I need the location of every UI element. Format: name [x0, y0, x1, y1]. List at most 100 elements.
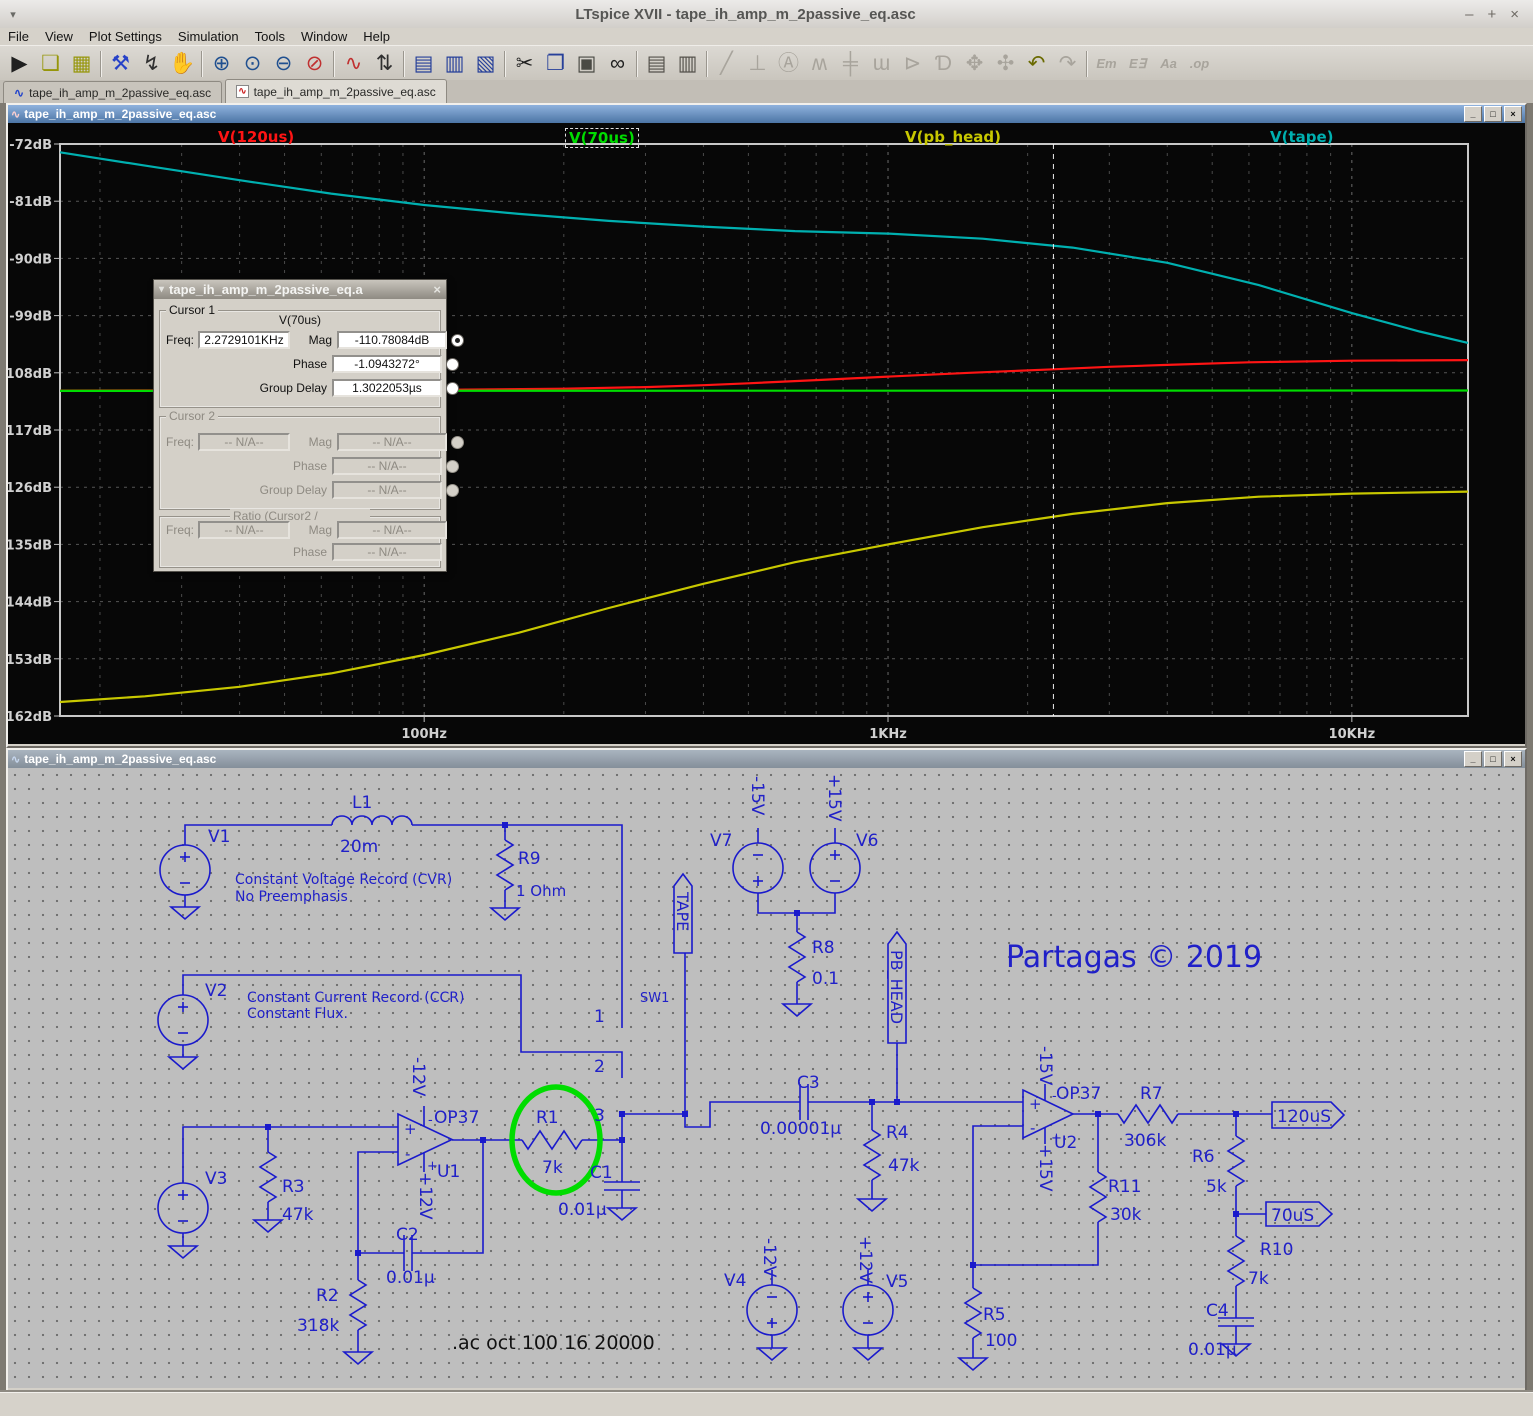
zoom-area-icon[interactable]: ⊙: [237, 49, 268, 78]
schematic-label[interactable]: -: [405, 1145, 410, 1163]
schematic-label[interactable]: PB_HEAD: [886, 950, 906, 1024]
pane-minimize-button[interactable]: _: [1464, 106, 1482, 122]
cursor2-mag-radio[interactable]: [451, 436, 464, 449]
schematic-label[interactable]: Constant Flux.: [247, 1006, 348, 1022]
schematic-label[interactable]: +15V: [824, 774, 844, 822]
pane-minimize-button[interactable]: _: [1464, 751, 1482, 767]
tab-schematic[interactable]: ∿ tape_ih_amp_m_2passive_eq.asc: [3, 81, 222, 103]
schematic-label[interactable]: 7k: [1248, 1269, 1269, 1289]
schematic-label[interactable]: C3: [797, 1073, 820, 1093]
inductor-symbol[interactable]: [332, 816, 412, 825]
schematic-label[interactable]: V2: [205, 981, 227, 1001]
dialog-menu-icon[interactable]: ▾: [159, 284, 164, 295]
cut-icon[interactable]: ✂: [509, 49, 540, 78]
schematic-label[interactable]: 1 Ohm: [516, 882, 566, 900]
cursor1-phase-radio[interactable]: [446, 358, 459, 371]
schematic-label[interactable]: -15V: [747, 776, 767, 816]
schematic-label[interactable]: -: [1030, 1119, 1035, 1137]
ground-symbol[interactable]: [854, 1348, 882, 1360]
print-icon[interactable]: ▤: [641, 49, 672, 78]
maximize-button[interactable]: +: [1487, 6, 1496, 23]
schematic-label[interactable]: .ac oct 100 16 20000: [452, 1332, 655, 1354]
tab-waveform[interactable]: ∿ tape_ih_amp_m_2passive_eq.asc: [225, 79, 447, 103]
schematic-label[interactable]: R9: [518, 849, 541, 869]
schematic-label[interactable]: V3: [205, 1169, 227, 1189]
pane-maximize-button[interactable]: □: [1484, 106, 1502, 122]
menu-plot-settings[interactable]: Plot Settings: [81, 29, 170, 44]
trace-label-V(70us)[interactable]: V(70us): [565, 128, 639, 148]
wire[interactable]: [973, 1222, 1098, 1265]
wire[interactable]: [358, 1152, 398, 1253]
resistor-symbol[interactable]: [1118, 1105, 1178, 1123]
menu-view[interactable]: View: [37, 29, 81, 44]
schematic-label[interactable]: TAPE: [673, 891, 692, 931]
schematic-label[interactable]: OP37: [1056, 1084, 1101, 1104]
minimize-button[interactable]: –: [1465, 6, 1473, 23]
schematic-label[interactable]: 7k: [542, 1158, 563, 1178]
resistor-symbol[interactable]: [260, 1152, 276, 1202]
cursor-dialog[interactable]: ▾ tape_ih_amp_m_2passive_eq.a × Cursor 1…: [153, 279, 447, 572]
plot-settings-icon[interactable]: ⇅: [369, 49, 400, 78]
schematic-label[interactable]: 318k: [297, 1316, 339, 1336]
schematic-label[interactable]: -: [428, 1113, 433, 1128]
schematic-label[interactable]: 1: [594, 1007, 605, 1027]
schematic-label[interactable]: No Preemphasis: [235, 889, 348, 905]
schematic-label[interactable]: 47k: [888, 1156, 920, 1176]
schematic-label[interactable]: R6: [1192, 1147, 1215, 1167]
ground-symbol[interactable]: [344, 1352, 372, 1364]
schematic-label[interactable]: 30k: [1110, 1205, 1142, 1225]
trace-label-V(pb_head)[interactable]: V(pb_head): [905, 128, 1001, 146]
dialog-close-icon[interactable]: ×: [433, 282, 441, 297]
cursor1-freq-field[interactable]: 2.2729101KHz: [198, 331, 290, 349]
schematic-label[interactable]: -15V: [1035, 1046, 1055, 1086]
schematic-label[interactable]: +: [427, 1159, 438, 1174]
ground-symbol[interactable]: [959, 1358, 987, 1370]
schematic-label[interactable]: V4: [724, 1271, 746, 1291]
save-icon[interactable]: ▦: [66, 49, 97, 78]
schematic-label[interactable]: 0.00001µ: [760, 1119, 841, 1139]
schematic-label[interactable]: R7: [1140, 1084, 1163, 1104]
cursor2-group-delay-radio[interactable]: [446, 484, 459, 497]
schematic-label[interactable]: U1: [437, 1162, 460, 1182]
menu-file[interactable]: File: [0, 29, 37, 44]
schematic-label[interactable]: 5k: [1206, 1177, 1227, 1197]
schematic-label[interactable]: +12V: [415, 1172, 435, 1220]
schematic-label[interactable]: C1: [590, 1163, 613, 1183]
pane-maximize-button[interactable]: □: [1484, 751, 1502, 767]
pane-close-button[interactable]: ×: [1504, 751, 1522, 767]
tile-horizontally-icon[interactable]: ▤: [408, 49, 439, 78]
schematic-label[interactable]: 306k: [1124, 1131, 1166, 1151]
new-schematic-icon[interactable]: ▶: [4, 49, 35, 78]
zoom-in-icon[interactable]: ⊕: [206, 49, 237, 78]
schematic-label[interactable]: R8: [812, 938, 835, 958]
cursor1-group-delay-radio[interactable]: [446, 382, 459, 395]
ground-symbol[interactable]: [608, 1208, 636, 1220]
schematic-label[interactable]: R1: [536, 1108, 559, 1128]
cursor1-group-delay-field[interactable]: 1.3022053µs: [332, 379, 442, 397]
ground-symbol[interactable]: [169, 1246, 197, 1258]
ground-symbol[interactable]: [171, 907, 199, 919]
ground-symbol[interactable]: [169, 1057, 197, 1069]
resistor-symbol[interactable]: [522, 1131, 582, 1149]
schematic-label[interactable]: OP37: [434, 1108, 479, 1128]
cursor-dialog-titlebar[interactable]: ▾ tape_ih_amp_m_2passive_eq.a ×: [154, 280, 446, 299]
trace-label-V(tape)[interactable]: V(tape): [1270, 128, 1334, 146]
schematic-label[interactable]: 0.1: [812, 969, 839, 989]
menu-window[interactable]: Window: [293, 29, 355, 44]
zoom-full-extents-icon[interactable]: ⊘: [299, 49, 330, 78]
schematic-drawing[interactable]: V1L120mConstant Voltage Record (CVR)No P…: [8, 768, 1525, 1388]
copy-icon[interactable]: ❐: [540, 49, 571, 78]
run-simulation-icon[interactable]: ↯: [136, 49, 167, 78]
schematic-label[interactable]: +12V: [855, 1236, 875, 1284]
ground-symbol[interactable]: [758, 1348, 786, 1360]
schematic-label[interactable]: Constant Current Record (CCR): [247, 990, 464, 1006]
menu-tools[interactable]: Tools: [247, 29, 293, 44]
schematic-label[interactable]: V1: [208, 827, 230, 847]
schematic-label[interactable]: +: [404, 1120, 417, 1138]
undo-icon[interactable]: ↶: [1021, 49, 1052, 78]
schematic-label[interactable]: 120uS: [1277, 1107, 1331, 1127]
resistor-symbol[interactable]: [864, 1130, 880, 1180]
schematic-label[interactable]: R11: [1108, 1177, 1141, 1197]
schematic-label[interactable]: -12V: [408, 1057, 428, 1097]
schematic-label[interactable]: V7: [710, 831, 732, 851]
